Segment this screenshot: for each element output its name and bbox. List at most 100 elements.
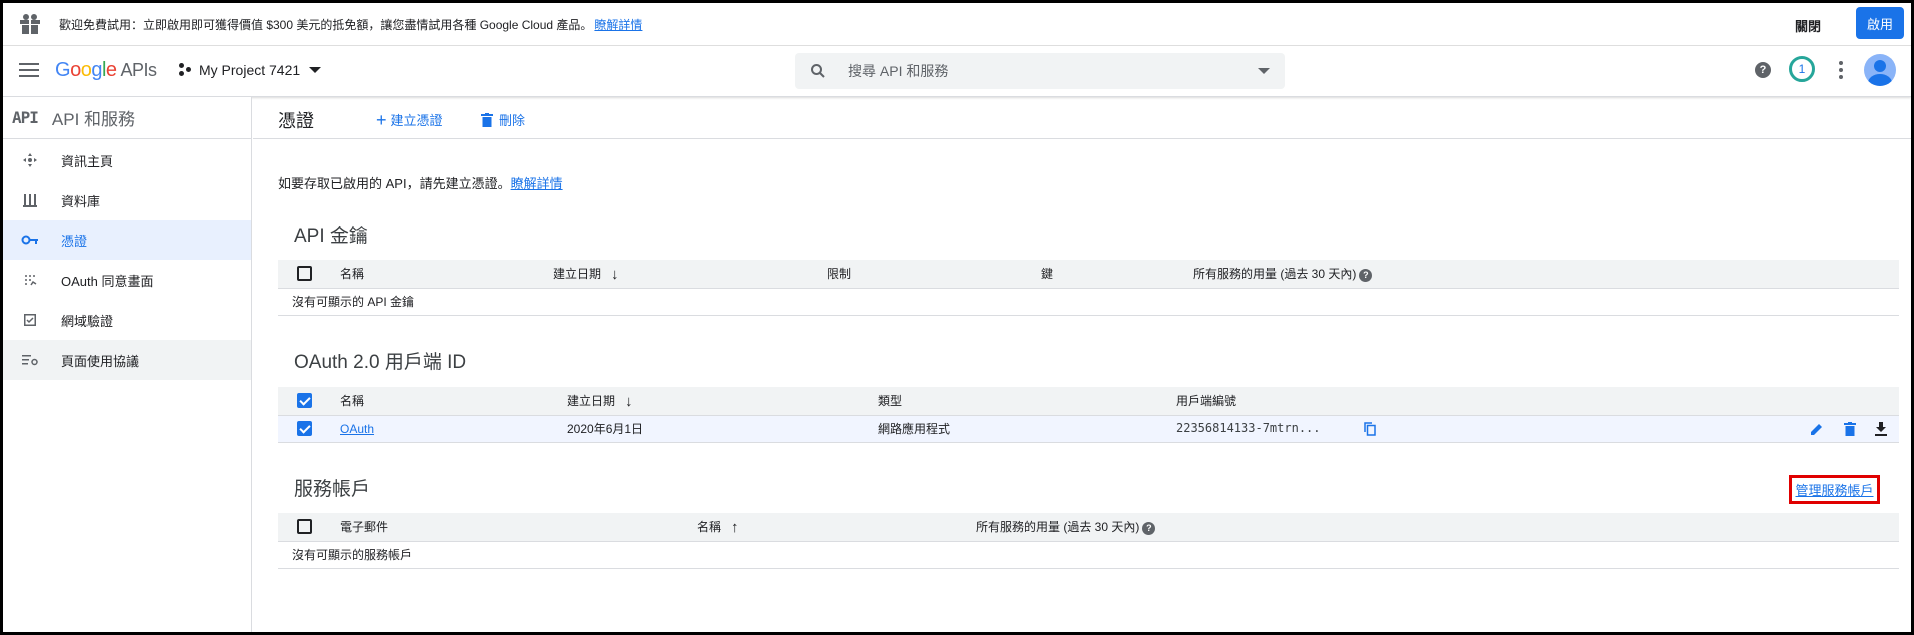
project-icon: [179, 63, 193, 77]
delete-button[interactable]: 刪除: [481, 110, 525, 129]
sidebar-item-domain-verification[interactable]: 網域驗證: [3, 300, 251, 340]
copy-icon[interactable]: [1364, 422, 1376, 436]
library-icon: [21, 191, 39, 209]
api-keys-empty-message: 沒有可顯示的 API 金鑰: [278, 288, 1899, 316]
create-credentials-button[interactable]: + 建立憑證: [376, 110, 443, 129]
enable-button[interactable]: 啟用: [1856, 7, 1904, 39]
download-icon[interactable]: [1875, 421, 1887, 436]
sidebar-item-label: 頁面使用協議: [61, 353, 140, 369]
sidebar-item-page-usage-agreements[interactable]: 頁面使用協議: [3, 340, 251, 380]
oauth-client-name-link[interactable]: OAuth: [340, 422, 374, 436]
sidebar-item-credentials[interactable]: 憑證: [3, 220, 251, 260]
column-header-type[interactable]: 類型: [878, 387, 1176, 416]
column-header-name[interactable]: 名稱 ↑: [697, 513, 976, 542]
column-header-created-label: 建立日期: [567, 393, 616, 408]
arrow-down-icon: ↓: [611, 265, 619, 283]
column-header-created[interactable]: 建立日期 ↓: [567, 387, 878, 416]
column-header-email[interactable]: 電子郵件: [340, 513, 697, 542]
free-trial-banner: 歡迎免費試用：立即啟用即可獲得價值 $300 美元的抵免額，讓您盡情試用各種 G…: [3, 3, 1911, 46]
sidebar-item-oauth-consent[interactable]: OAuth 同意畫面: [3, 260, 251, 300]
search-dropdown-icon[interactable]: [1258, 68, 1270, 74]
api-keys-title: API 金鑰: [294, 226, 368, 247]
key-icon: [21, 231, 39, 249]
create-credentials-label: 建立憑證: [390, 113, 443, 128]
table-row[interactable]: OAuth 2020年6月1日 網路應用程式 22356814133-7mtrn…: [278, 415, 1899, 443]
main-content: 憑證 + 建立憑證 刪除 如要存取已啟用的 API，請先建立憑證。瞭解詳情 AP…: [253, 97, 1911, 632]
column-header-usage-label: 所有服務的用量 (過去 30 天內): [1193, 267, 1357, 282]
delete-label: 刪除: [499, 113, 526, 128]
banner-message: 歡迎免費試用：立即啟用即可獲得價值 $300 美元的抵免額，讓您盡情試用各種 G…: [59, 17, 593, 32]
table-header-row: 名稱 建立日期 ↓ 限制 鍵 所有服務的用量 (過去 30 天內)?: [278, 260, 1899, 289]
column-header-name[interactable]: 名稱: [340, 260, 553, 289]
sidebar: API API 和服務 資訊主頁 資料庫 憑證 OAuth 同意畫面 網域驗證 …: [3, 97, 252, 632]
notifications-badge[interactable]: 1: [1789, 56, 1815, 82]
settings-list-icon: [21, 351, 39, 369]
service-accounts-empty-message: 沒有可顯示的服務帳戶: [278, 541, 1899, 569]
trash-icon: [481, 112, 493, 127]
intro-learn-more-link[interactable]: 瞭解詳情: [511, 176, 563, 191]
dismiss-button[interactable]: 關閉: [1795, 16, 1821, 35]
row-actions: [1779, 415, 1899, 443]
page-toolbar: 憑證 + 建立憑證 刪除: [253, 97, 1911, 139]
checkbox-icon: [21, 311, 39, 329]
select-all-oauth-checkbox[interactable]: [297, 393, 312, 409]
help-icon[interactable]: ?: [1142, 521, 1156, 535]
consent-icon: [21, 271, 39, 289]
sidebar-header: API API 和服務: [3, 97, 251, 139]
sidebar-item-label: OAuth 同意畫面: [61, 273, 154, 289]
sidebar-item-label: 憑證: [61, 233, 88, 249]
arrow-up-icon: ↑: [731, 518, 739, 536]
sidebar-item-dashboard[interactable]: 資訊主頁: [3, 140, 251, 180]
trash-icon[interactable]: [1843, 421, 1856, 436]
column-header-client-id[interactable]: 用戶端編號: [1176, 387, 1779, 416]
search-input[interactable]: 搜尋 API 和服務: [848, 61, 948, 81]
chevron-down-icon: [309, 67, 322, 73]
empty-row: 沒有可顯示的服務帳戶: [278, 541, 1899, 569]
client-id-cell: 22356814133-7mtrn...: [1176, 415, 1779, 443]
client-type: 網路應用程式: [878, 415, 1176, 443]
api-logo: API: [12, 108, 39, 127]
menu-icon[interactable]: [19, 63, 39, 77]
project-name: My Project 7421: [199, 62, 301, 78]
dashboard-icon: [21, 151, 39, 169]
column-header-usage-label: 所有服務的用量 (過去 30 天內): [976, 520, 1140, 535]
oauth-title: OAuth 2.0 用戶端 ID: [294, 352, 467, 373]
select-all-service-accounts-checkbox[interactable]: [297, 519, 312, 535]
column-header-created-label: 建立日期: [553, 266, 602, 281]
created-date: 2020年6月1日: [567, 415, 878, 443]
intro-text: 如要存取已啟用的 API，請先建立憑證。瞭解詳情: [278, 173, 563, 192]
sidebar-title: API 和服務: [51, 110, 136, 129]
column-header-name[interactable]: 名稱: [340, 387, 567, 416]
table-header-row: 名稱 建立日期 ↓ 類型 用戶端編號: [278, 387, 1899, 416]
column-header-usage[interactable]: 所有服務的用量 (過去 30 天內)?: [1193, 260, 1899, 289]
help-icon[interactable]: ?: [1755, 62, 1771, 78]
column-header-created[interactable]: 建立日期 ↓: [553, 260, 827, 289]
google-apis-logo[interactable]: Google APIs: [55, 59, 157, 82]
gift-icon: [20, 14, 40, 34]
banner-learn-more-link[interactable]: 瞭解詳情: [594, 16, 642, 33]
column-header-key[interactable]: 鍵: [1041, 260, 1193, 289]
table-header-row: 電子郵件 名稱 ↑ 所有服務的用量 (過去 30 天內)?: [278, 513, 1899, 542]
manage-service-accounts-link[interactable]: 管理服務帳戶: [1789, 475, 1880, 504]
select-all-api-keys-checkbox[interactable]: [297, 266, 312, 282]
search-bar[interactable]: 搜尋 API 和服務: [795, 53, 1285, 89]
search-icon: [811, 64, 825, 78]
page-title: 憑證: [278, 111, 314, 131]
avatar[interactable]: [1864, 54, 1896, 86]
project-selector[interactable]: My Project 7421: [179, 62, 322, 78]
arrow-down-icon: ↓: [625, 392, 633, 410]
row-checkbox[interactable]: [297, 421, 312, 437]
service-accounts-table: 電子郵件 名稱 ↑ 所有服務的用量 (過去 30 天內)? 沒有可顯示的服務帳戶: [278, 513, 1899, 569]
oauth-table: 名稱 建立日期 ↓ 類型 用戶端編號 OAuth 2020年6月1日 網路應用程式…: [278, 387, 1899, 443]
sidebar-item-label: 資訊主頁: [61, 153, 114, 169]
window: 歡迎免費試用：立即啟用即可獲得價值 $300 美元的抵免額，讓您盡情試用各種 G…: [3, 3, 1911, 632]
more-options-icon[interactable]: [1839, 61, 1843, 79]
column-header-restrictions[interactable]: 限制: [827, 260, 1041, 289]
sidebar-item-library[interactable]: 資料庫: [3, 180, 251, 220]
service-accounts-title: 服務帳戶: [294, 479, 371, 500]
column-header-name-label: 名稱: [697, 519, 722, 534]
edit-icon[interactable]: [1810, 422, 1824, 436]
column-header-usage[interactable]: 所有服務的用量 (過去 30 天內)?: [976, 513, 1899, 542]
app-bar: Google APIs My Project 7421 搜尋 API 和服務 ? …: [3, 46, 1911, 97]
help-icon[interactable]: ?: [1359, 268, 1373, 282]
